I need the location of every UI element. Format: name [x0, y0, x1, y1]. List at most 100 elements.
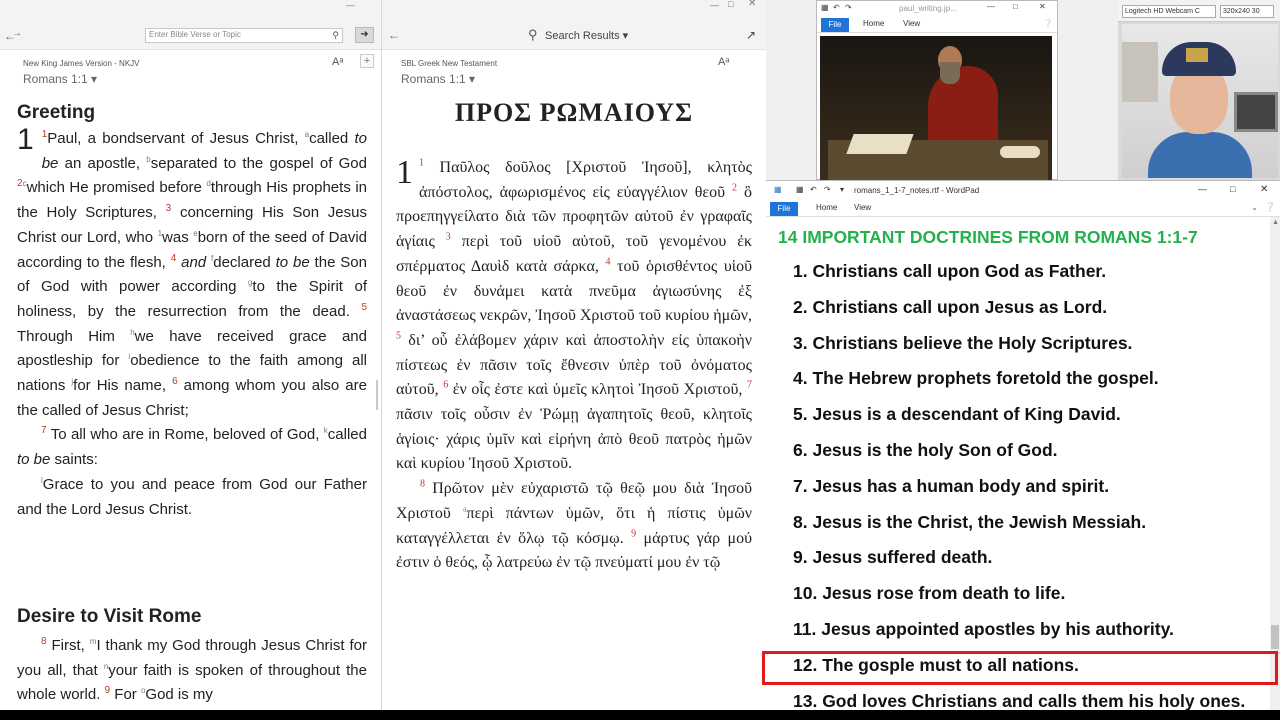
greek-reference-selector[interactable]: Romans 1:1 ▾: [401, 72, 475, 86]
verse-text: declared: [213, 253, 276, 271]
minimize-icon[interactable]: —: [1198, 184, 1207, 194]
add-pane-icon[interactable]: +: [360, 54, 374, 68]
font-size-icon[interactable]: Aᵃ: [332, 56, 343, 68]
quick-access-dropdown-icon[interactable]: ▾: [840, 185, 844, 194]
nkjv-pane: ← → Enter Bible Verse or Topic ⚲ ➜ — New…: [0, 0, 382, 710]
undo-icon[interactable]: ↶: [833, 3, 840, 12]
help-icon[interactable]: ❔: [1265, 202, 1276, 213]
verse-text: called: [309, 130, 355, 147]
save-icon[interactable]: ▦: [796, 185, 804, 194]
greek-paragraph: 11 Παῦλος δοῦλος [Χριστοῦ Ἰησοῦ], κλητὸς…: [396, 156, 752, 477]
wordpad-window: ▦ ▦ ↶ ↷ ▾ romans_1_1-7_notes.rtf - WordP…: [766, 180, 1280, 710]
tab-file[interactable]: File: [770, 202, 798, 216]
greek-version-label: SBL Greek New Testament: [401, 59, 498, 68]
close-icon[interactable]: ✕: [748, 0, 756, 9]
nkjv-toolbar: ← → Enter Bible Verse or Topic ⚲ ➜ — New…: [0, 0, 381, 86]
webcam-resolution-select[interactable]: 320x240 30: [1220, 5, 1274, 18]
nav-back-icon[interactable]: ←: [388, 28, 400, 42]
verse-text: which He promised before: [26, 179, 207, 197]
webcam-device-select[interactable]: Logitech HD Webcam C: [1122, 5, 1216, 18]
doctrine-item: 3. Christians believe the Holy Scripture…: [793, 332, 1133, 353]
nkjv-version-label: New King James Version - NKJV: [23, 59, 140, 68]
chapter-number: 1: [17, 123, 34, 156]
photo-ribbon: File Home View ❔: [817, 17, 1057, 33]
doctrine-item: 8. Jesus is the Christ, the Jewish Messi…: [793, 511, 1147, 532]
bible-search-input[interactable]: Enter Bible Verse or Topic ⚲: [145, 28, 343, 43]
greek-book-title: ΠΡΟΣ ΡΩΜΑΙΟΥΣ: [454, 98, 694, 127]
undo-icon[interactable]: ↶: [810, 185, 817, 194]
maximize-icon[interactable]: □: [1230, 184, 1235, 194]
search-icon[interactable]: ⚲: [528, 27, 538, 43]
redo-icon[interactable]: ↷: [824, 185, 831, 194]
painting-beard: [940, 62, 960, 84]
paul-writing-painting: [820, 36, 1052, 180]
greek-pane: ← ⚲ Search Results ▾ ↗ SBL Greek New Tes…: [382, 0, 766, 710]
search-placeholder: Enter Bible Verse or Topic: [149, 30, 241, 39]
verse-text: saints:: [50, 451, 98, 469]
tab-file[interactable]: File: [821, 18, 849, 32]
font-size-icon[interactable]: Aᵃ: [718, 56, 729, 68]
verse-text: to be: [275, 253, 310, 271]
minimize-icon[interactable]: —: [987, 2, 995, 11]
verse-text: πᾶσιν τοῖς οὖσιν ἐν Ῥώμῃ ἀγαπητοῖς θεοῦ,…: [396, 406, 752, 473]
doctrine-item: 1. Christians call upon God as Father.: [793, 261, 1107, 281]
nkjv-reference-selector[interactable]: Romans 1:1 ▾: [23, 72, 97, 86]
doctrine-item: 5. Jesus is a descendant of King David.: [793, 404, 1121, 425]
maximize-icon[interactable]: □: [728, 0, 733, 9]
verse-number[interactable]: 5: [361, 302, 367, 313]
webcam-window: Logitech HD Webcam C 320x240 30: [1118, 0, 1280, 180]
nkjv-paragraph: 8 First, mI thank my God through Jesus C…: [17, 634, 367, 708]
nav-forward-icon[interactable]: →: [12, 28, 22, 39]
redo-icon[interactable]: ↷: [845, 3, 852, 12]
nkjv-text-block: 1 1Paul, a bondservant of Jesus Christ, a…: [17, 123, 367, 522]
painting-book: [846, 134, 914, 154]
doctrine-item: 13. God loves Christians and calls them …: [793, 690, 1246, 710]
doctrine-list: 1. Christians call upon God as Father. 2.…: [793, 261, 1273, 710]
webcam-toolbar: Logitech HD Webcam C 320x240 30: [1118, 0, 1280, 22]
verse-text: God is my: [145, 686, 213, 704]
doctrine-item: 9. Jesus suffered death.: [793, 547, 993, 568]
verse-text: ἐν οἷς ἐστε καὶ ὑμεῖς κλητοὶ Ἰησοῦ Χριστ…: [448, 381, 748, 399]
nkjv-paragraph: 1 1Paul, a bondservant of Jesus Christ, a…: [17, 123, 367, 423]
scroll-up-icon[interactable]: ▲: [1272, 219, 1279, 226]
minimize-icon[interactable]: —: [710, 0, 719, 10]
verse-number[interactable]: 7: [747, 380, 752, 391]
doctrine-item: 10. Jesus rose from death to life.: [793, 583, 1066, 604]
webcam-shirt: [1148, 132, 1252, 178]
wordpad-title: romans_1_1-7_notes.rtf - WordPad: [854, 186, 980, 195]
doctrine-item: 7. Jesus has a human body and spirit.: [793, 475, 1110, 496]
ribbon-collapse-icon[interactable]: ⌄: [1251, 203, 1258, 212]
minimize-icon[interactable]: —: [346, 0, 355, 10]
tab-home[interactable]: Home: [816, 203, 837, 212]
doctrine-item: 2. Christians call upon Jesus as Lord.: [793, 296, 1108, 317]
search-results-dropdown[interactable]: Search Results ▾: [545, 29, 628, 42]
go-button[interactable]: ➜: [355, 27, 374, 43]
wordpad-document[interactable]: 14 IMPORTANT DOCTRINES FROM ROMANS 1:1-7…: [766, 217, 1270, 710]
tab-view[interactable]: View: [903, 19, 920, 28]
verse-text: an apostle,: [58, 154, 147, 172]
help-icon[interactable]: ❔: [1043, 19, 1053, 28]
tab-view[interactable]: View: [854, 203, 871, 212]
scroll-thumb[interactable]: [1271, 625, 1279, 649]
verse-text: called: [327, 426, 367, 444]
search-icon[interactable]: ⚲: [332, 30, 339, 41]
verse-text: to be: [17, 451, 51, 469]
verse-text: for His name,: [73, 377, 173, 395]
wordpad-ribbon: File Home View ⌄ ❔: [766, 201, 1280, 217]
close-icon[interactable]: ✕: [1039, 2, 1046, 11]
save-icon[interactable]: ▦: [821, 3, 829, 12]
section-heading-greeting: Greeting: [17, 102, 96, 123]
doctrine-item: 6. Jesus is the holy Son of God.: [793, 439, 1058, 460]
maximize-icon[interactable]: □: [1013, 2, 1018, 11]
close-icon[interactable]: ✕: [1260, 184, 1268, 195]
webcam-cabinet: [1122, 42, 1158, 102]
tab-home[interactable]: Home: [863, 19, 884, 28]
highlight-box: [762, 651, 1278, 685]
nkjv-scrollbar[interactable]: [376, 380, 378, 410]
wordpad-titlebar: ▦ ▦ ↶ ↷ ▾ romans_1_1-7_notes.rtf - WordP…: [766, 181, 1280, 201]
right-pane: ▦ ↶ ↷ paul_writing.jp... — □ ✕ File Home…: [766, 0, 1280, 710]
popout-icon[interactable]: ↗: [746, 28, 756, 42]
verse-text: Through Him: [17, 327, 131, 345]
verse-text: was: [162, 228, 194, 246]
doctrine-item: 11. Jesus appointed apostles by his auth…: [793, 618, 1174, 639]
